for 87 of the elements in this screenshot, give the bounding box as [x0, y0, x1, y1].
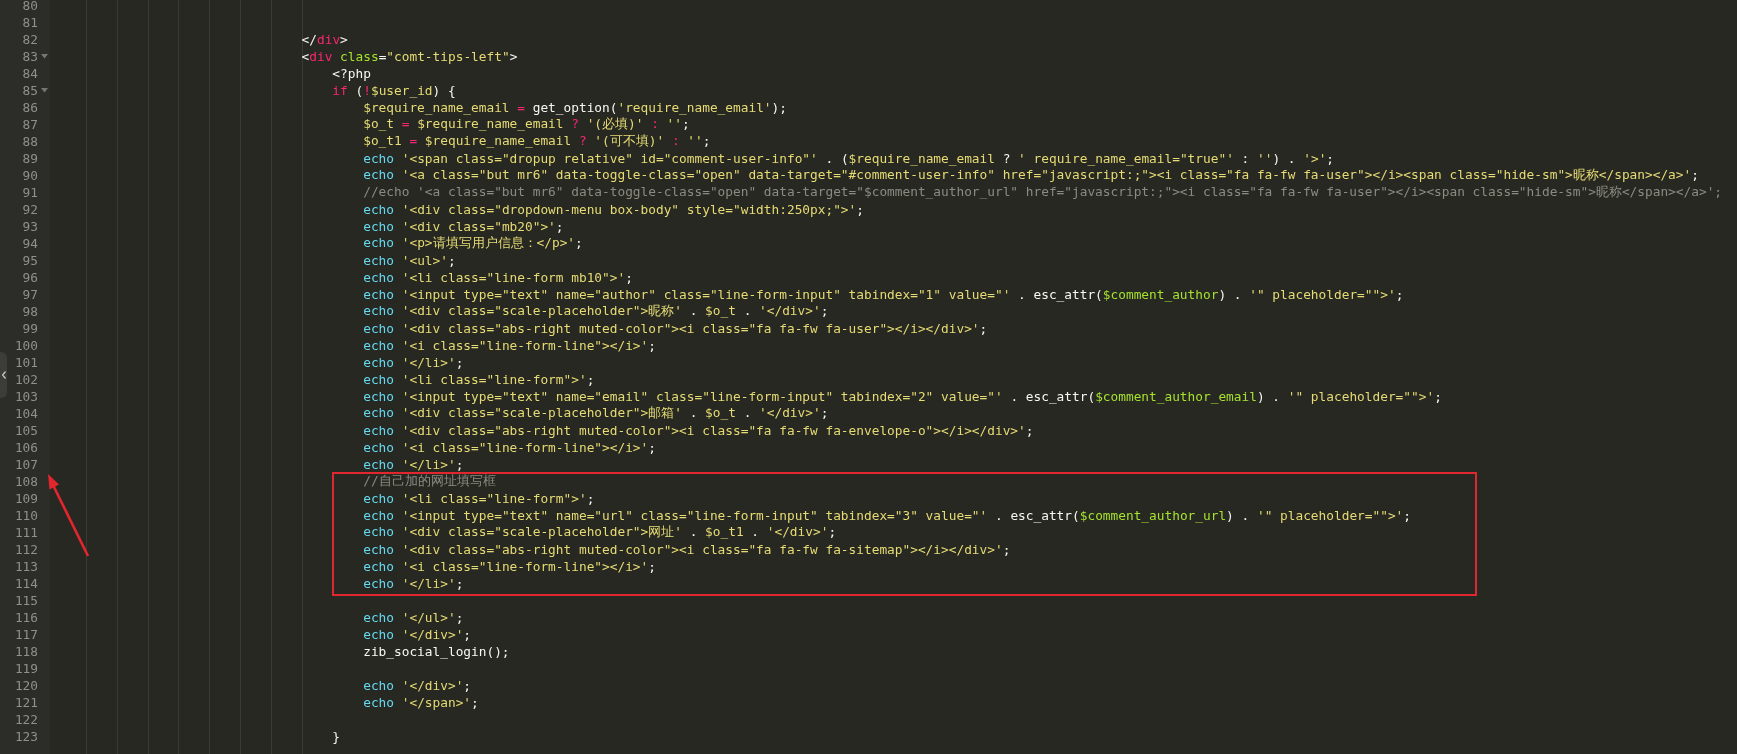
code-line: echo '</li>'; [362, 355, 464, 370]
line-number: 81 [21, 15, 38, 30]
line-number: 83 [21, 49, 38, 64]
line-number: 89 [21, 151, 38, 166]
line-number: 121 [13, 695, 38, 710]
code-line: echo '<input type="text" name="email" class="line-form-input" tabindex="2" value="' . esc_attr($comment_author_email) . '" placeholder="">'; [362, 389, 1442, 404]
line-number: 118 [13, 644, 38, 659]
code-line: $o_t = $require_name_email ? '(必填)' : ''; [362, 116, 690, 133]
line-number: 116 [13, 610, 38, 625]
line-number: 115 [13, 593, 38, 608]
code-line: echo '<div class="abs-right muted-color"><i class="fa fa-fw fa-sitemap"></i></div>'; [362, 542, 1011, 557]
code-line: echo '<a class="but mr6" data-toggle-class="open" data-target="#comment-user-info" href="javascript:;"><i class="fa fa-fw fa-user"></i><span class="hide-sm">昵称</span></a>'; [362, 167, 1699, 184]
code-line: echo '<div class="scale-placeholder">昵称' . $o_t . '</div>'; [362, 303, 829, 320]
code-line: <div class="comt-tips-left"> [300, 49, 518, 64]
code-line: echo '</ul>'; [362, 610, 464, 625]
line-number: 108 [13, 474, 38, 489]
code-line: echo '<i class="line-form-line"></i>'; [362, 440, 656, 455]
code-line: echo '</div>'; [362, 627, 472, 642]
line-number: 113 [13, 559, 38, 574]
line-number: 93 [21, 219, 38, 234]
line-number: 120 [13, 678, 38, 693]
line-number: 80 [21, 0, 38, 13]
code-line: echo '<div class="abs-right muted-color"><i class="fa fa-fw fa-user"></i></div>'; [362, 321, 988, 336]
line-number: 90 [21, 168, 38, 183]
chevron-icon [1, 371, 6, 379]
line-number: 111 [13, 525, 38, 540]
code-line: echo '<i class="line-form-line"></i>'; [362, 559, 656, 574]
line-number: 91 [21, 185, 38, 200]
line-number: 99 [21, 321, 38, 336]
line-number: 103 [13, 389, 38, 404]
code-line: echo '<input type="text" name="author" class="line-form-input" tabindex="1" value="' . esc_attr($comment_author) . '" placeholder="">'; [362, 287, 1404, 302]
fold-arrow-icon[interactable] [41, 54, 48, 59]
code-line: $o_t1 = $require_name_email ? '(可不填)' : ''; [362, 133, 711, 150]
line-number: 86 [21, 100, 38, 115]
line-number: 84 [21, 66, 38, 81]
code-line: echo '<li class="line-form">'; [362, 372, 595, 387]
line-number: 122 [13, 712, 38, 727]
line-number: 100 [13, 338, 38, 353]
code-line: echo '</li>'; [362, 457, 464, 472]
line-number: 114 [13, 576, 38, 591]
code-line: //自己加的网址填写框 [362, 473, 496, 490]
line-number: 102 [13, 372, 38, 387]
line-number: 117 [13, 627, 38, 642]
code-line: echo '<p>请填写用户信息：</p>'; [362, 235, 583, 252]
line-number: 98 [21, 304, 38, 319]
fold-arrow-icon[interactable] [41, 88, 48, 93]
code-line: $require_name_email = get_option('require_name_email'); [362, 100, 787, 115]
line-number: 107 [13, 457, 38, 472]
code-line: echo '<div class="mb20">'; [362, 219, 564, 234]
panel-toggle-handle[interactable] [0, 352, 7, 398]
code-line: //echo '<a class="but mr6" data-toggle-class="open" data-target="$comment_author_url" href="javascript:;"><i class="fa fa-fw fa-user"></i><span class="hide-sm">昵称</span></a>'; [362, 184, 1723, 201]
line-number: 104 [13, 406, 38, 421]
line-number: 101 [13, 355, 38, 370]
line-number: 97 [21, 287, 38, 302]
line-number: 106 [13, 440, 38, 455]
line-number: 94 [21, 236, 38, 251]
code-line: echo '<div class="dropdown-menu box-body" style="width:250px;">'; [362, 202, 864, 217]
code-line: if (!$user_id) { [331, 83, 456, 98]
code-line: <?php [331, 66, 371, 81]
code-line: } [331, 729, 341, 744]
code-line: echo '</div>'; [362, 678, 472, 693]
line-number: 105 [13, 423, 38, 438]
code-line: echo '<li class="line-form mb10">'; [362, 270, 633, 285]
line-number: 119 [13, 661, 38, 676]
line-number: 110 [13, 508, 38, 523]
code-line: echo '<ul>'; [362, 253, 456, 268]
code-line: echo '<input type="text" name="url" class="line-form-input" tabindex="3" value="' . esc_attr($comment_author_url) . '" placeholder="">'; [362, 508, 1412, 523]
line-number: 123 [13, 729, 38, 744]
line-number: 92 [21, 202, 38, 217]
code-line: echo '<div class="scale-placeholder">邮箱' . $o_t . '</div>'; [362, 405, 829, 422]
code-line: echo '<div class="scale-placeholder">网址' . $o_t1 . '</div>'; [362, 524, 837, 541]
code-line: echo '</li>'; [362, 576, 464, 591]
code-line: echo '<i class="line-form-line"></i>'; [362, 338, 656, 353]
line-number: 109 [13, 491, 38, 506]
line-number: 95 [21, 253, 38, 268]
line-number: 82 [21, 32, 38, 47]
code-line: echo '<div class="abs-right muted-color"><i class="fa fa-fw fa-envelope-o"></i></div>'; [362, 423, 1034, 438]
line-number: 112 [13, 542, 38, 557]
code-line: echo '</span>'; [362, 695, 479, 710]
code-line: </div> [300, 32, 348, 47]
code-line: echo '<span class="dropup relative" id="comment-user-info"' . ($require_name_email ? ' require_name_email="true"' : '') . '>'; [362, 151, 1335, 166]
code-line: zib_social_login(); [362, 644, 510, 659]
line-number: 88 [21, 134, 38, 149]
line-number: 96 [21, 270, 38, 285]
code-line: echo '<li class="line-form">'; [362, 491, 595, 506]
line-number: 87 [21, 117, 38, 132]
line-number: 85 [21, 83, 38, 98]
